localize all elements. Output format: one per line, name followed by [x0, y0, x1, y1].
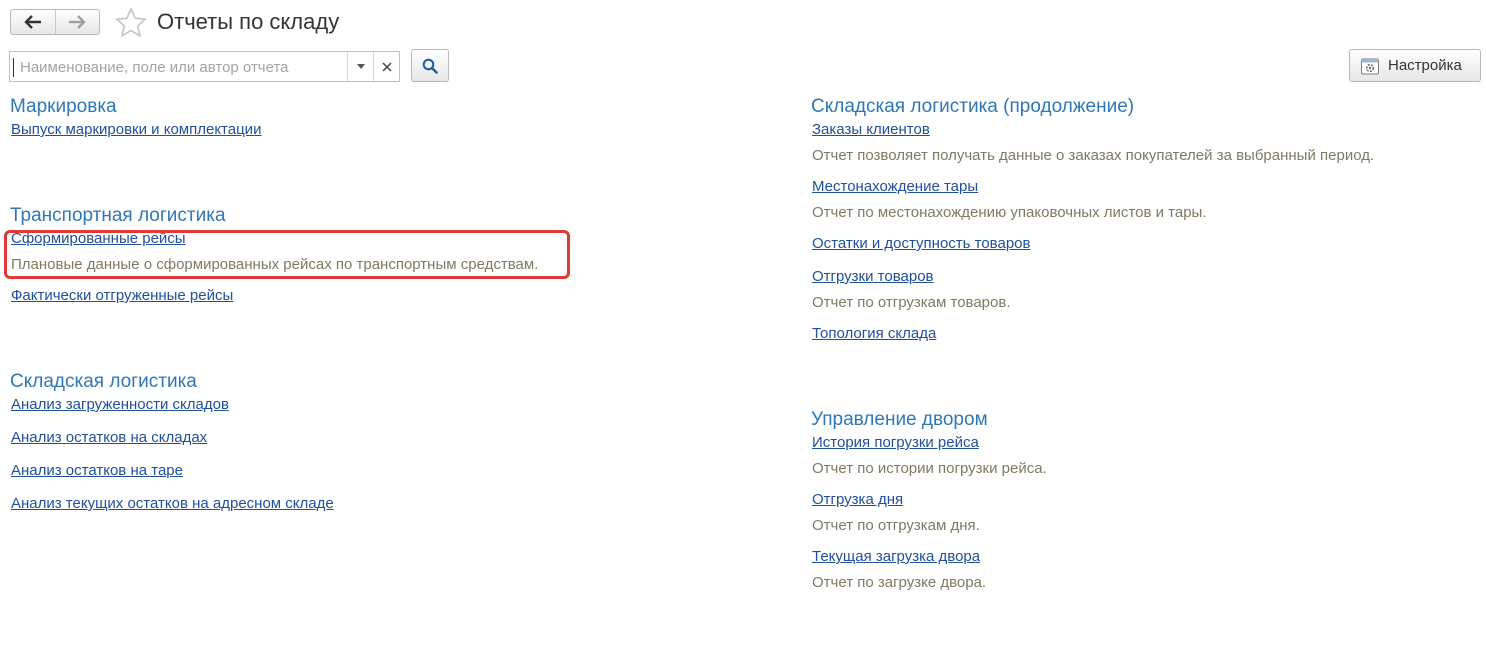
forward-button[interactable]: [54, 10, 100, 34]
right-column: Складская логистика (продолжение) Заказы…: [811, 94, 1461, 593]
report-link[interactable]: Заказы клиентов: [812, 120, 1461, 140]
report-description: Отчет по местонахождению упаковочных лис…: [812, 204, 1207, 221]
section-title-warehouse-continued: Складская логистика (продолжение): [811, 96, 1135, 117]
report-link[interactable]: Текущая загрузка двора: [812, 547, 1461, 567]
report-link[interactable]: Анализ остатков на таре: [11, 461, 630, 481]
report-link[interactable]: Анализ загруженности складов: [11, 395, 630, 415]
report-link[interactable]: Остатки и доступность товаров: [812, 234, 1461, 254]
close-icon: [381, 61, 392, 72]
arrow-left-icon: [24, 15, 41, 29]
report-link[interactable]: Анализ остатков на складах: [11, 428, 630, 448]
section-title-warehouse: Складская логистика: [10, 371, 197, 392]
report-link[interactable]: История погрузки рейса: [812, 433, 1461, 453]
report-link[interactable]: Местонахождение тары: [812, 177, 1461, 197]
report-link[interactable]: Отгрузка дня: [812, 490, 1461, 510]
report-description: Отчет позволяет получать данные о заказа…: [812, 147, 1375, 164]
chevron-down-icon: [356, 63, 365, 69]
search-input[interactable]: [13, 58, 347, 77]
section-title-yard: Управление двором: [811, 409, 988, 430]
report-description: Отчет по отгрузкам дня.: [812, 517, 980, 534]
report-description: Плановые данные о сформированных рейсах …: [11, 256, 539, 273]
settings-label: Настройка: [1388, 57, 1462, 74]
report-description: Отчет по отгрузкам товаров.: [812, 294, 1011, 311]
report-link[interactable]: Отгрузки товаров: [812, 267, 1461, 287]
search-field: [9, 51, 400, 82]
page-title: Отчеты по складу: [157, 9, 340, 34]
section-title-marking: Маркировка: [10, 96, 117, 117]
navigation-buttons: [10, 9, 100, 35]
report-link[interactable]: Выпуск маркировки и комплектации: [11, 120, 630, 140]
search-button[interactable]: [411, 49, 449, 82]
report-link[interactable]: Фактически отгруженные рейсы: [11, 286, 630, 306]
settings-button[interactable]: Настройка: [1349, 49, 1481, 82]
search-icon: [422, 58, 438, 74]
arrow-right-icon: [69, 15, 86, 29]
report-link[interactable]: Сформированные рейсы: [11, 229, 630, 249]
left-column: Маркировка Выпуск маркировки и комплекта…: [10, 94, 630, 514]
settings-icon: [1361, 58, 1379, 74]
star-outline-icon[interactable]: [115, 7, 147, 39]
report-description: Отчет по истории погрузки рейса.: [812, 460, 1047, 477]
search-clear-button[interactable]: [373, 52, 399, 81]
report-description: Отчет по загрузке двора.: [812, 574, 987, 591]
section-title-transport: Транспортная логистика: [10, 205, 226, 226]
report-link[interactable]: Анализ текущих остатков на адресном скла…: [11, 494, 630, 514]
back-button[interactable]: [11, 10, 55, 34]
report-link[interactable]: Топология склада: [812, 324, 1461, 344]
search-dropdown-button[interactable]: [347, 52, 373, 81]
